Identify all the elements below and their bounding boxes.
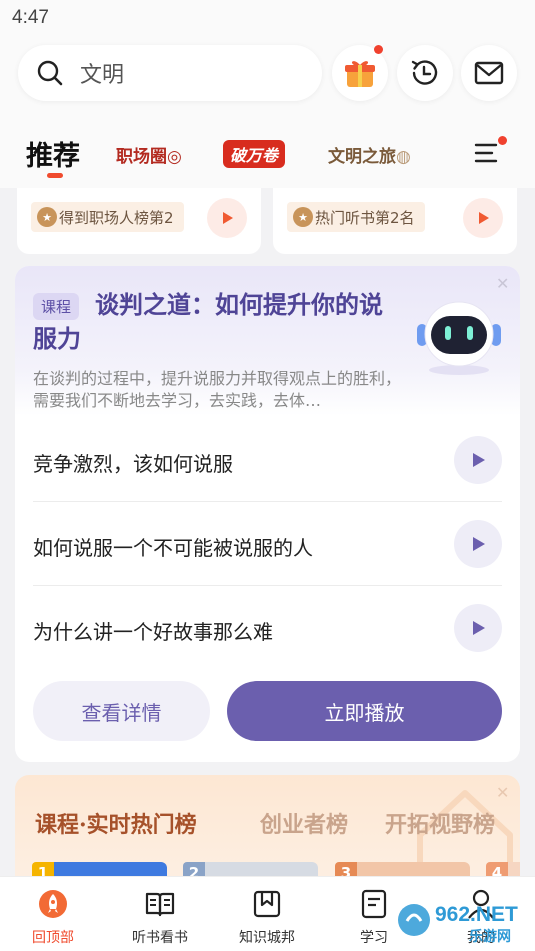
rank-badge-text: 得到职场人榜第2 — [59, 208, 174, 227]
more-tabs-button[interactable] — [470, 136, 507, 168]
history-button[interactable] — [397, 45, 453, 101]
nav-label: 知识城邦 — [239, 930, 295, 946]
tab-wenming[interactable]: 文明之旅◍ — [328, 142, 411, 167]
rocket-icon — [36, 887, 70, 921]
play-icon — [479, 212, 489, 224]
watermark-text: 962.NET — [435, 903, 518, 926]
search-icon — [37, 60, 63, 86]
item-play-button[interactable] — [454, 604, 502, 652]
close-icon[interactable]: ✕ — [496, 274, 509, 293]
robot-mascot-icon — [417, 301, 501, 375]
course-item-title: 为什么讲一个好故事那么难 — [33, 620, 273, 644]
tab-active-indicator — [47, 173, 63, 178]
nav-listen-read[interactable]: 听书看书 — [120, 887, 200, 947]
search-bar[interactable]: 文明 — [18, 45, 322, 101]
top-header: 4:47 文明 推荐 职场圈◎ 破万卷 文明之旅◍ — [0, 0, 535, 188]
fingerprint-icon: ◍ — [396, 147, 411, 167]
bookmark-icon — [250, 887, 284, 921]
mini-card-left[interactable]: ★ 得到职场人榜第2 — [17, 188, 261, 254]
course-header: 谈判之道：如何提升你的说服力 课程 在谈判的过程中，提升说服力并取得观点上的胜利… — [15, 266, 520, 416]
item-play-button[interactable] — [454, 436, 502, 484]
course-card: 谈判之道：如何提升你的说服力 课程 在谈判的过程中，提升说服力并取得观点上的胜利… — [15, 266, 520, 762]
hot-tab-horizon[interactable]: 开拓视野榜 — [385, 807, 495, 839]
tab-wenming-label: 文明之旅 — [328, 147, 396, 167]
rank-badge: ★ 热门听书第2名 — [287, 202, 425, 232]
play-now-button[interactable]: 立即播放 — [227, 681, 502, 741]
play-icon — [473, 537, 485, 551]
nav-label: 回顶部 — [32, 930, 74, 946]
course-description: 在谈判的过程中，提升说服力并取得观点上的胜利，需要我们不断地去学习，去实践，去体… — [33, 369, 402, 410]
nav-label: 听书看书 — [132, 930, 188, 946]
course-item[interactable]: 如何说服一个不可能被说服的人 — [33, 502, 502, 586]
site-watermark: 962.NET 乐游网 — [398, 903, 518, 945]
tab-zhichang[interactable]: 职场圈◎ — [116, 142, 182, 167]
watermark-subtext: 乐游网 — [469, 928, 511, 945]
course-title[interactable]: 谈判之道：如何提升你的说服力 — [33, 288, 403, 356]
gift-icon — [345, 61, 375, 87]
mini-card-right[interactable]: ★ 热门听书第2名 — [273, 188, 517, 254]
medal-icon: ★ — [293, 207, 313, 227]
target-icon: ◎ — [167, 147, 182, 167]
tab-pojuan[interactable]: 破万卷 — [223, 140, 286, 168]
play-icon — [473, 621, 485, 635]
gift-red-dot — [374, 45, 383, 54]
close-icon[interactable]: ✕ — [496, 783, 509, 802]
menu-red-dot — [498, 136, 507, 145]
mini-play-button[interactable] — [463, 198, 503, 238]
nav-back-to-top[interactable]: 回顶部 — [13, 887, 93, 947]
app-screen: 4:47 文明 推荐 职场圈◎ 破万卷 文明之旅◍ ★ 得到职场人榜第2 ★ 热… — [0, 0, 535, 951]
hot-tab-founder[interactable]: 创业者榜 — [260, 807, 348, 839]
course-item-title: 如何说服一个不可能被说服的人 — [33, 536, 313, 560]
item-play-button[interactable] — [454, 520, 502, 568]
mail-button[interactable] — [461, 45, 517, 101]
mini-play-button[interactable] — [207, 198, 247, 238]
notes-icon — [357, 887, 391, 921]
play-icon — [473, 453, 485, 467]
medal-icon: ★ — [37, 207, 57, 227]
history-icon — [411, 60, 438, 85]
rank-badge: ★ 得到职场人榜第2 — [31, 202, 184, 232]
course-item-title: 竞争激烈，该如何说服 — [33, 452, 233, 476]
category-tabs: 推荐 职场圈◎ 破万卷 文明之旅◍ — [0, 128, 535, 178]
mail-icon — [474, 61, 504, 85]
tab-recommend[interactable]: 推荐 — [26, 134, 80, 173]
nav-label: 学习 — [360, 930, 388, 946]
course-tag: 课程 — [33, 293, 80, 320]
search-placeholder: 文明 — [80, 63, 125, 88]
course-item[interactable]: 为什么讲一个好故事那么难 — [33, 586, 502, 670]
course-item[interactable]: 竞争激烈，该如何说服 — [33, 418, 502, 502]
book-icon — [143, 887, 177, 921]
gift-button[interactable] — [332, 45, 388, 101]
tab-zhichang-label: 职场圈 — [116, 147, 167, 167]
view-detail-button[interactable]: 查看详情 — [33, 681, 210, 741]
rank-badge-text: 热门听书第2名 — [315, 208, 415, 227]
hot-tab-course[interactable]: 课程·实时热门榜 — [35, 807, 197, 839]
status-time: 4:47 — [12, 7, 49, 28]
nav-knowledge-city[interactable]: 知识城邦 — [227, 887, 307, 947]
play-icon — [223, 212, 233, 224]
